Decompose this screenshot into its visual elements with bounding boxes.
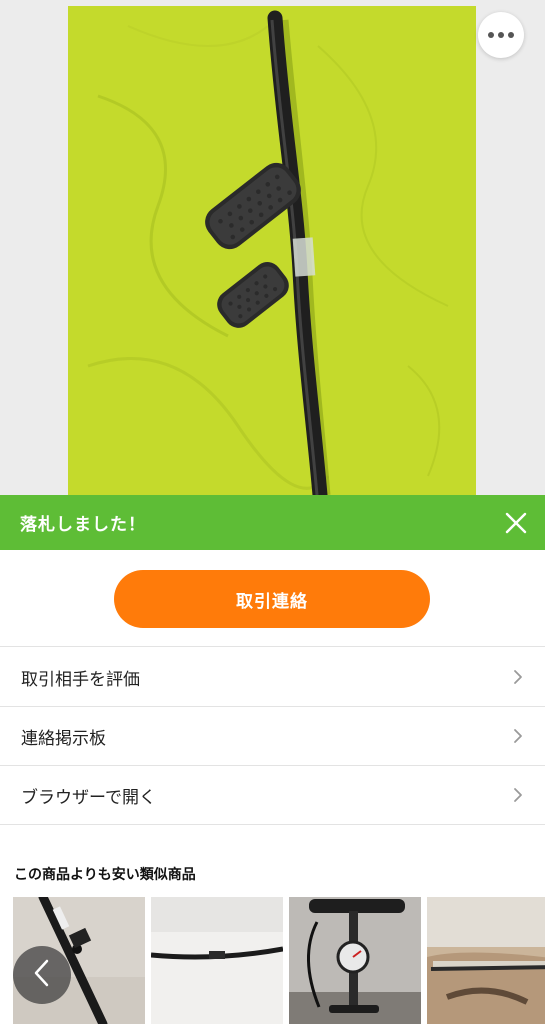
chevron-right-icon	[513, 728, 523, 744]
similar-item-thumbnail[interactable]	[427, 897, 545, 1024]
menu-item-label: 取引相手を評価	[21, 669, 140, 690]
chevron-right-icon	[513, 787, 523, 803]
chevron-left-icon	[32, 958, 52, 992]
menu-item-label: ブラウザーで開く	[21, 787, 156, 808]
contact-transaction-button[interactable]: 取引連絡	[114, 570, 430, 628]
product-photo[interactable]	[68, 6, 476, 495]
product-image-area[interactable]	[0, 0, 545, 495]
menu-item-rate-partner[interactable]: 取引相手を評価	[0, 648, 545, 707]
action-menu: 取引相手を評価 連絡掲示板 ブラウザーで開く	[0, 648, 545, 825]
close-icon[interactable]	[503, 510, 529, 536]
menu-item-message-board[interactable]: 連絡掲示板	[0, 707, 545, 766]
action-section: 取引連絡	[0, 550, 545, 647]
similar-item-thumbnail[interactable]	[289, 897, 421, 1024]
similar-items-title: この商品よりも安い類似商品	[14, 867, 196, 883]
similar-item-thumbnail[interactable]	[151, 897, 283, 1024]
chevron-right-icon	[513, 669, 523, 685]
similar-items-carousel[interactable]	[13, 897, 545, 1024]
handlebar-photo-illustration	[68, 6, 476, 495]
menu-item-open-browser[interactable]: ブラウザーで開く	[0, 766, 545, 825]
more-options-button[interactable]	[478, 12, 524, 58]
more-dots-icon	[488, 32, 514, 38]
won-banner: 落札しました！	[0, 495, 545, 550]
back-button[interactable]	[13, 946, 71, 1004]
won-banner-text: 落札しました！	[20, 515, 146, 535]
menu-item-label: 連絡掲示板	[21, 728, 106, 749]
